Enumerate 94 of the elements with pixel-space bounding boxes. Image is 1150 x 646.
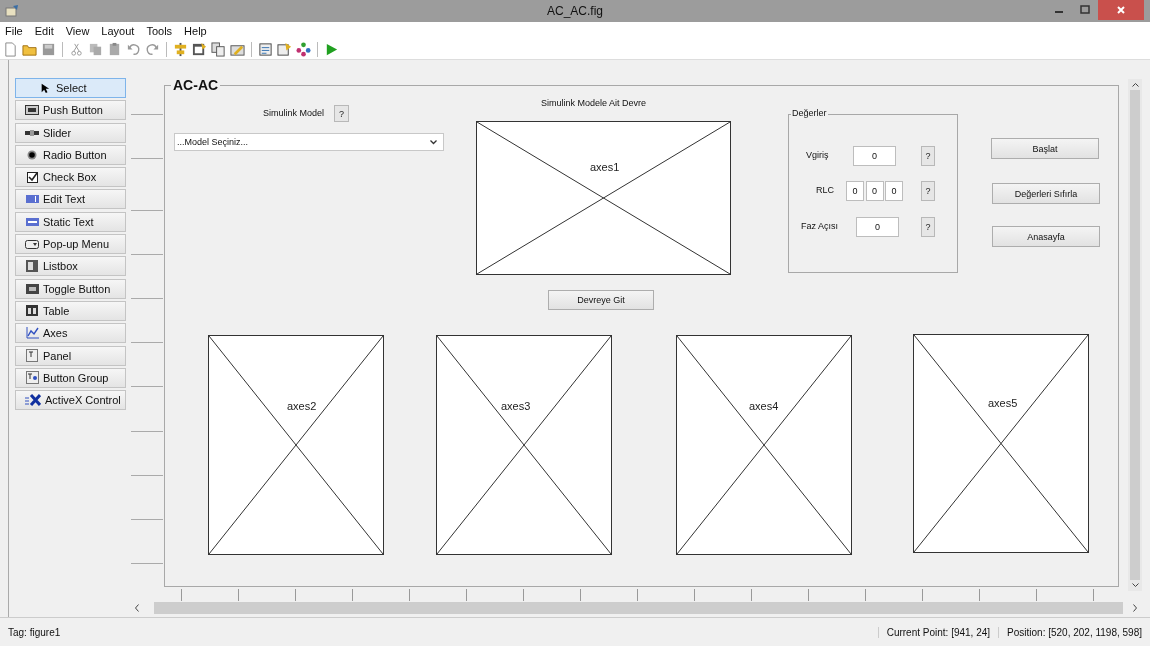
input-field[interactable]: 0 — [853, 146, 896, 166]
palette-item[interactable]: Slider — [15, 122, 126, 143]
palette-item[interactable]: ActiveX Control — [15, 390, 126, 411]
paste-icon[interactable] — [107, 41, 122, 57]
palette-item[interactable]: Button Group — [15, 367, 126, 388]
axes-placeholder[interactable]: axes2 — [208, 335, 384, 555]
arrow-cursor-icon — [40, 82, 50, 94]
save-icon[interactable] — [41, 41, 56, 57]
axes-label: axes3 — [500, 400, 532, 412]
close-icon — [1116, 5, 1126, 15]
help-button[interactable]: ? — [921, 181, 935, 201]
help-button[interactable]: ? — [334, 105, 349, 122]
axes-label: axes2 — [286, 400, 318, 412]
scroll-up-icon — [1131, 82, 1139, 87]
palette-item[interactable]: Static Text — [15, 211, 126, 232]
menu-editor-icon[interactable] — [192, 41, 207, 57]
toggle-button-icon — [25, 283, 39, 294]
axes-label: axes1 — [589, 161, 621, 173]
axes-label: axes5 — [987, 397, 1019, 409]
panel-icon — [26, 349, 38, 363]
tab-order-icon[interactable] — [211, 41, 226, 57]
listbox-icon — [26, 260, 38, 273]
help-button[interactable]: ? — [921, 217, 935, 237]
values-panel-title: Değerler — [791, 108, 828, 118]
vertical-scrollbar[interactable] — [1128, 79, 1142, 591]
button-group-icon — [25, 371, 39, 385]
menu-item[interactable]: View — [65, 24, 90, 37]
new-file-icon[interactable] — [3, 41, 18, 57]
panel-title: AC-AC — [171, 77, 221, 93]
input-field[interactable]: 0 — [885, 181, 903, 201]
tag-status: Tag: figure1 — [7, 626, 62, 638]
palette-item[interactable]: Axes — [15, 323, 126, 344]
palette-item[interactable]: Toggle Button — [15, 278, 126, 299]
palette-item[interactable]: Pop-up Menu — [15, 234, 126, 255]
edit-text-icon — [25, 195, 39, 204]
scroll-right-icon — [1133, 604, 1138, 612]
static-text-icon — [25, 217, 39, 226]
menu-item[interactable]: Tools — [146, 24, 173, 37]
copy-icon[interactable] — [88, 41, 103, 57]
radio-icon — [27, 149, 37, 160]
model-label: Simulink Model — [263, 108, 325, 118]
menu-item[interactable]: Layout — [101, 24, 135, 37]
activex-icon — [25, 394, 41, 407]
scroll-down-icon — [1131, 583, 1139, 588]
menu-item[interactable]: File — [5, 24, 23, 37]
action-button[interactable]: Anasayfa — [992, 226, 1100, 247]
scroll-left-icon — [134, 604, 139, 612]
palette-item[interactable]: Check Box — [15, 167, 126, 188]
table-icon — [26, 305, 38, 317]
field-label: Vgiriş — [806, 150, 829, 160]
field-label: Faz Açısı — [801, 221, 838, 231]
action-button[interactable]: Değerleri Sıfırla — [992, 183, 1100, 204]
window-title: AC_AC.fig — [547, 4, 603, 18]
axes-label: axes4 — [748, 400, 780, 412]
popup-menu-icon — [25, 239, 39, 249]
align-icon[interactable] — [173, 41, 188, 57]
close-button[interactable] — [1098, 0, 1144, 20]
current-point-status: Current Point: [941, 24] — [877, 626, 999, 638]
redo-icon[interactable] — [145, 41, 160, 57]
chevron-down-icon — [430, 139, 437, 145]
palette-item[interactable]: Panel — [15, 345, 126, 366]
checkbox-icon — [26, 171, 38, 183]
input-field[interactable]: 0 — [846, 181, 864, 201]
field-label: RLC — [816, 185, 834, 195]
maximize-icon — [1080, 5, 1090, 15]
axes-placeholder[interactable]: axes4 — [676, 335, 852, 555]
property-inspector-icon[interactable] — [277, 41, 292, 57]
undo-icon[interactable] — [126, 41, 141, 57]
axes-placeholder[interactable]: axes1 — [476, 121, 731, 275]
go-button[interactable]: Devreye Git — [548, 290, 654, 310]
action-button[interactable]: Başlat — [991, 138, 1099, 159]
figure-icon — [5, 4, 19, 18]
circuit-label: Simulink Modele Ait Devre — [541, 98, 647, 108]
object-browser-icon[interactable] — [296, 41, 311, 57]
palette-item[interactable]: Select — [15, 78, 126, 98]
input-field[interactable]: 0 — [856, 217, 899, 237]
position-status: Position: [520, 202, 1198, 598] — [998, 626, 1150, 638]
axes-placeholder[interactable]: axes5 — [913, 334, 1089, 553]
editor-icon[interactable] — [258, 41, 273, 57]
run-icon[interactable] — [324, 41, 339, 57]
menu-item[interactable]: Edit — [34, 24, 54, 37]
slider-icon — [25, 129, 39, 136]
axes-icon — [25, 327, 39, 340]
push-button-icon — [25, 105, 39, 116]
help-button[interactable]: ? — [921, 146, 935, 166]
palette-item[interactable]: Push Button — [15, 100, 126, 121]
cut-icon[interactable] — [69, 41, 84, 57]
palette-item[interactable]: Listbox — [15, 256, 126, 277]
model-dropdown[interactable]: ...Model Seçiniz... — [174, 133, 444, 151]
axes-placeholder[interactable]: axes3 — [436, 335, 612, 555]
menu-item[interactable]: Help — [184, 24, 207, 37]
palette-item[interactable]: Edit Text — [15, 189, 126, 210]
palette-item[interactable]: Table — [15, 300, 126, 321]
palette-item[interactable]: Radio Button — [15, 144, 126, 165]
